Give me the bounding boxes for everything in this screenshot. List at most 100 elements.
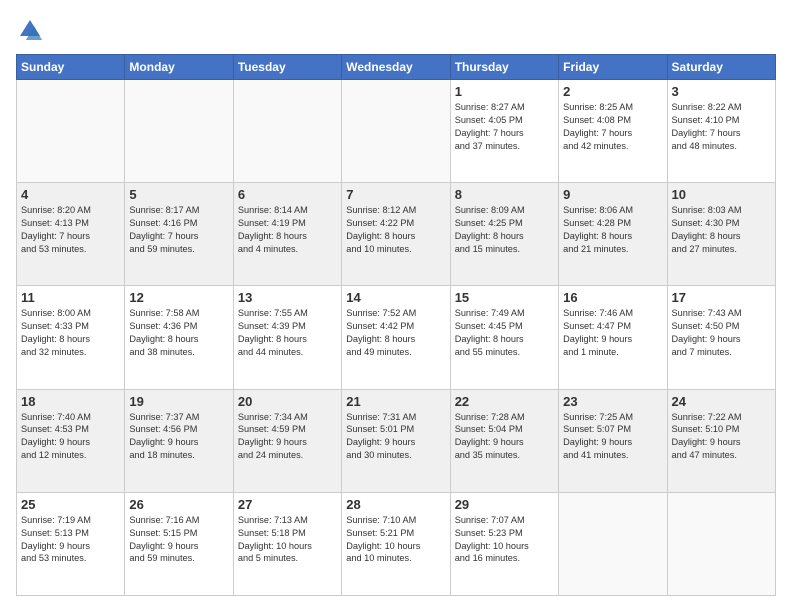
day-info: Sunrise: 7:28 AM Sunset: 5:04 PM Dayligh… bbox=[455, 411, 554, 463]
calendar-cell: 3 Sunrise: 8:22 AM Sunset: 4:10 PM Daylig… bbox=[667, 80, 775, 183]
calendar-cell: 21Sunrise: 7:31 AM Sunset: 5:01 PM Dayli… bbox=[342, 389, 450, 492]
calendar-cell: 12 Sunrise: 7:58 AM Sunset: 4:36 PM Dayli… bbox=[125, 286, 233, 389]
day-number: 8 bbox=[455, 187, 554, 202]
calendar-cell: 13 Sunrise: 7:55 AM Sunset: 4:39 PM Dayli… bbox=[233, 286, 341, 389]
day-number: 2 bbox=[563, 84, 662, 99]
day-number: 28 bbox=[346, 497, 445, 512]
day-info: Sunrise: 7:10 AM Sunset: 5:21 PM Dayligh… bbox=[346, 514, 445, 566]
calendar-cell bbox=[125, 80, 233, 183]
day-info: Sunrise: 7:37 AM Sunset: 4:56 PM Dayligh… bbox=[129, 411, 228, 463]
day-number: 26 bbox=[129, 497, 228, 512]
calendar-cell: 16 Sunrise: 7:46 AM Sunset: 4:47 PM Dayli… bbox=[559, 286, 667, 389]
calendar-cell: 28 Sunrise: 7:10 AM Sunset: 5:21 PM Dayli… bbox=[342, 492, 450, 595]
calendar-cell bbox=[559, 492, 667, 595]
day-number: 5 bbox=[129, 187, 228, 202]
calendar-cell: 27 Sunrise: 7:13 AM Sunset: 5:18 PM Dayli… bbox=[233, 492, 341, 595]
day-number: 3 bbox=[672, 84, 771, 99]
day-number: 14 bbox=[346, 290, 445, 305]
calendar-week-5: 25 Sunrise: 7:19 AM Sunset: 5:13 PM Dayli… bbox=[17, 492, 776, 595]
logo bbox=[16, 16, 48, 44]
day-number: 18 bbox=[21, 394, 120, 409]
day-info: Sunrise: 8:25 AM Sunset: 4:08 PM Dayligh… bbox=[563, 101, 662, 153]
day-info: Sunrise: 7:52 AM Sunset: 4:42 PM Dayligh… bbox=[346, 307, 445, 359]
day-info: Sunrise: 7:49 AM Sunset: 4:45 PM Dayligh… bbox=[455, 307, 554, 359]
logo-icon bbox=[16, 16, 44, 44]
day-info: Sunrise: 7:25 AM Sunset: 5:07 PM Dayligh… bbox=[563, 411, 662, 463]
day-info: Sunrise: 8:22 AM Sunset: 4:10 PM Dayligh… bbox=[672, 101, 771, 153]
day-number: 6 bbox=[238, 187, 337, 202]
calendar-cell: 6 Sunrise: 8:14 AM Sunset: 4:19 PM Daylig… bbox=[233, 183, 341, 286]
day-number: 20 bbox=[238, 394, 337, 409]
day-number: 24 bbox=[672, 394, 771, 409]
day-number: 13 bbox=[238, 290, 337, 305]
calendar-cell: 14 Sunrise: 7:52 AM Sunset: 4:42 PM Dayli… bbox=[342, 286, 450, 389]
day-number: 9 bbox=[563, 187, 662, 202]
day-number: 23 bbox=[563, 394, 662, 409]
day-number: 25 bbox=[21, 497, 120, 512]
day-number: 22 bbox=[455, 394, 554, 409]
day-number: 4 bbox=[21, 187, 120, 202]
calendar-cell bbox=[342, 80, 450, 183]
calendar-cell: 7 Sunrise: 8:12 AM Sunset: 4:22 PM Daylig… bbox=[342, 183, 450, 286]
day-info: Sunrise: 8:03 AM Sunset: 4:30 PM Dayligh… bbox=[672, 204, 771, 256]
calendar-cell: 26 Sunrise: 7:16 AM Sunset: 5:15 PM Dayli… bbox=[125, 492, 233, 595]
day-number: 1 bbox=[455, 84, 554, 99]
calendar-table: SundayMondayTuesdayWednesdayThursdayFrid… bbox=[16, 54, 776, 596]
calendar-week-2: 4 Sunrise: 8:20 AM Sunset: 4:13 PM Daylig… bbox=[17, 183, 776, 286]
day-info: Sunrise: 8:06 AM Sunset: 4:28 PM Dayligh… bbox=[563, 204, 662, 256]
day-info: Sunrise: 8:09 AM Sunset: 4:25 PM Dayligh… bbox=[455, 204, 554, 256]
calendar-cell: 11 Sunrise: 8:00 AM Sunset: 4:33 PM Dayli… bbox=[17, 286, 125, 389]
day-info: Sunrise: 7:40 AM Sunset: 4:53 PM Dayligh… bbox=[21, 411, 120, 463]
day-number: 17 bbox=[672, 290, 771, 305]
day-number: 10 bbox=[672, 187, 771, 202]
day-info: Sunrise: 7:16 AM Sunset: 5:15 PM Dayligh… bbox=[129, 514, 228, 566]
day-info: Sunrise: 7:46 AM Sunset: 4:47 PM Dayligh… bbox=[563, 307, 662, 359]
calendar-cell: 18 Sunrise: 7:40 AM Sunset: 4:53 PM Dayli… bbox=[17, 389, 125, 492]
day-info: Sunrise: 7:19 AM Sunset: 5:13 PM Dayligh… bbox=[21, 514, 120, 566]
calendar-cell: 2 Sunrise: 8:25 AM Sunset: 4:08 PM Daylig… bbox=[559, 80, 667, 183]
calendar-cell: 5Sunrise: 8:17 AM Sunset: 4:16 PM Daylig… bbox=[125, 183, 233, 286]
day-number: 12 bbox=[129, 290, 228, 305]
page: SundayMondayTuesdayWednesdayThursdayFrid… bbox=[0, 0, 792, 612]
day-number: 11 bbox=[21, 290, 120, 305]
calendar-cell: 9 Sunrise: 8:06 AM Sunset: 4:28 PM Daylig… bbox=[559, 183, 667, 286]
calendar-cell: 4 Sunrise: 8:20 AM Sunset: 4:13 PM Daylig… bbox=[17, 183, 125, 286]
weekday-header-monday: Monday bbox=[125, 55, 233, 80]
day-number: 27 bbox=[238, 497, 337, 512]
weekday-header-friday: Friday bbox=[559, 55, 667, 80]
weekday-header-tuesday: Tuesday bbox=[233, 55, 341, 80]
day-info: Sunrise: 8:27 AM Sunset: 4:05 PM Dayligh… bbox=[455, 101, 554, 153]
calendar-cell bbox=[667, 492, 775, 595]
calendar-cell: 15 Sunrise: 7:49 AM Sunset: 4:45 PM Dayli… bbox=[450, 286, 558, 389]
day-info: Sunrise: 7:13 AM Sunset: 5:18 PM Dayligh… bbox=[238, 514, 337, 566]
day-info: Sunrise: 8:20 AM Sunset: 4:13 PM Dayligh… bbox=[21, 204, 120, 256]
calendar-cell: 23 Sunrise: 7:25 AM Sunset: 5:07 PM Dayli… bbox=[559, 389, 667, 492]
day-info: Sunrise: 7:55 AM Sunset: 4:39 PM Dayligh… bbox=[238, 307, 337, 359]
day-info: Sunrise: 8:14 AM Sunset: 4:19 PM Dayligh… bbox=[238, 204, 337, 256]
day-number: 19 bbox=[129, 394, 228, 409]
weekday-header-wednesday: Wednesday bbox=[342, 55, 450, 80]
calendar-cell: 22 Sunrise: 7:28 AM Sunset: 5:04 PM Dayli… bbox=[450, 389, 558, 492]
day-number: 15 bbox=[455, 290, 554, 305]
header bbox=[16, 16, 776, 44]
weekday-header-saturday: Saturday bbox=[667, 55, 775, 80]
calendar-cell: 20 Sunrise: 7:34 AM Sunset: 4:59 PM Dayli… bbox=[233, 389, 341, 492]
calendar-week-3: 11 Sunrise: 8:00 AM Sunset: 4:33 PM Dayli… bbox=[17, 286, 776, 389]
calendar-cell: 10 Sunrise: 8:03 AM Sunset: 4:30 PM Dayli… bbox=[667, 183, 775, 286]
day-info: Sunrise: 8:12 AM Sunset: 4:22 PM Dayligh… bbox=[346, 204, 445, 256]
calendar-cell bbox=[233, 80, 341, 183]
day-number: 29 bbox=[455, 497, 554, 512]
day-info: Sunrise: 8:00 AM Sunset: 4:33 PM Dayligh… bbox=[21, 307, 120, 359]
day-info: Sunrise: 7:58 AM Sunset: 4:36 PM Dayligh… bbox=[129, 307, 228, 359]
calendar-cell: 17Sunrise: 7:43 AM Sunset: 4:50 PM Dayli… bbox=[667, 286, 775, 389]
day-info: Sunrise: 7:22 AM Sunset: 5:10 PM Dayligh… bbox=[672, 411, 771, 463]
calendar-cell: 24 Sunrise: 7:22 AM Sunset: 5:10 PM Dayli… bbox=[667, 389, 775, 492]
weekday-header-sunday: Sunday bbox=[17, 55, 125, 80]
day-number: 16 bbox=[563, 290, 662, 305]
day-info: Sunrise: 7:07 AM Sunset: 5:23 PM Dayligh… bbox=[455, 514, 554, 566]
calendar-week-4: 18 Sunrise: 7:40 AM Sunset: 4:53 PM Dayli… bbox=[17, 389, 776, 492]
day-number: 7 bbox=[346, 187, 445, 202]
day-number: 21 bbox=[346, 394, 445, 409]
day-info: Sunrise: 7:34 AM Sunset: 4:59 PM Dayligh… bbox=[238, 411, 337, 463]
weekday-header-thursday: Thursday bbox=[450, 55, 558, 80]
